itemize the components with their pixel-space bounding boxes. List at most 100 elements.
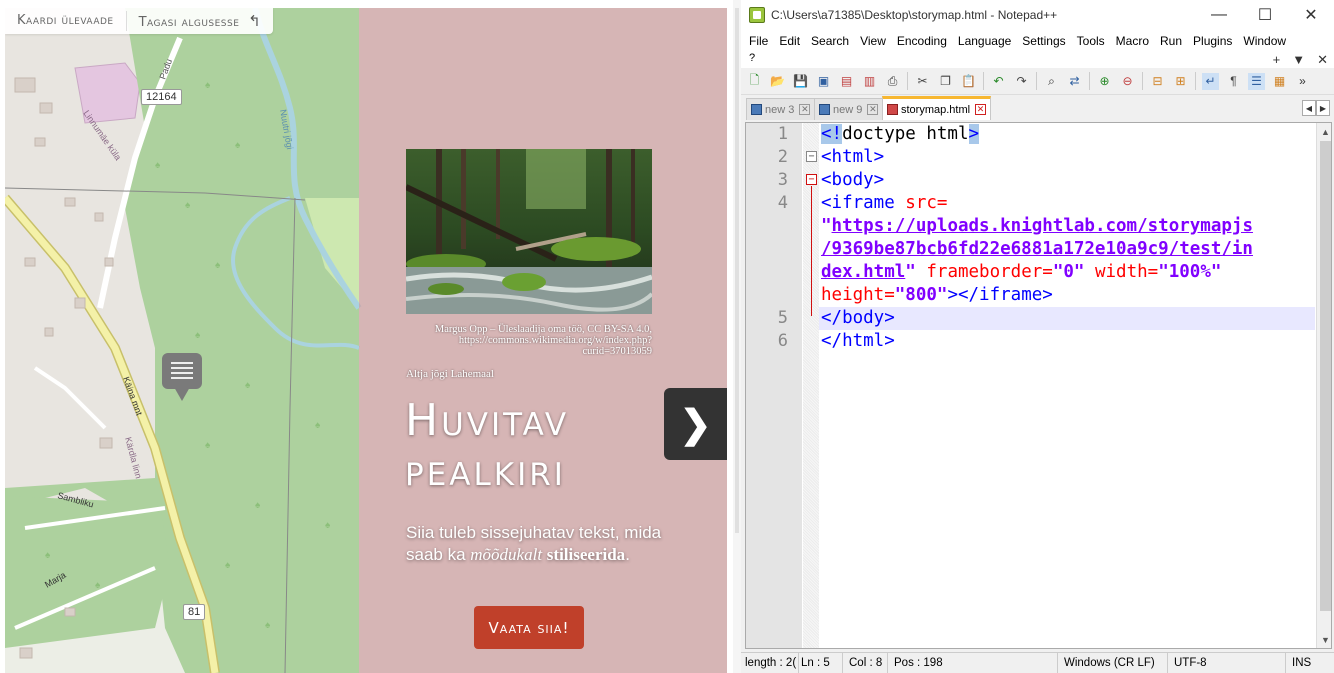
print-icon[interactable]: ⎙ [884, 73, 901, 90]
line-number: 3 [777, 170, 788, 190]
tab-storymap-html[interactable]: storymap.html ✕ [882, 96, 992, 120]
slide-intro-text: Siia tuleb sissejuhatav tekst, mida saab… [406, 522, 666, 566]
cut-icon[interactable]: ✂ [914, 73, 931, 90]
file-icon [819, 104, 830, 115]
code-token: > [968, 124, 980, 144]
code-token: ></iframe> [947, 285, 1053, 305]
save-icon[interactable]: 💾 [792, 73, 809, 90]
file-modified-icon [887, 104, 898, 115]
road-number-badge: 12164 [141, 89, 182, 105]
save-all-icon[interactable]: ▣ [815, 73, 832, 90]
pane-divider[interactable] [733, 0, 741, 673]
menu-plugins[interactable]: Plugins [1188, 34, 1238, 48]
window-titlebar[interactable]: C:\Users\a71385\Desktop\storymap.html - … [741, 0, 1334, 30]
svg-text:♠: ♠ [325, 520, 331, 531]
menu-view[interactable]: View [855, 34, 892, 48]
tab-close-icon[interactable]: ✕ [799, 104, 811, 115]
next-slide-button[interactable]: ❯ [664, 388, 727, 460]
scroll-up-icon[interactable]: ▲ [1317, 123, 1331, 140]
close-file-icon[interactable]: ▤ [838, 73, 855, 90]
menu-window[interactable]: Window [1238, 34, 1292, 48]
scroll-down-icon[interactable]: ▼ [1317, 631, 1331, 648]
menu-run[interactable]: Run [1155, 34, 1188, 48]
back-to-start-label: Tagasi algusesse [138, 15, 240, 30]
new-file-icon[interactable]: 🗋 [746, 73, 763, 90]
indent-guide-icon[interactable]: ☰ [1248, 72, 1265, 90]
close-all-icon[interactable]: ▥ [861, 73, 878, 90]
intro-strong: stiliseerida [546, 545, 626, 564]
zoom-in-icon[interactable]: ⊕ [1096, 73, 1113, 90]
code-token: " [905, 262, 916, 282]
code-url[interactable]: https://uploads.knightlab.com/storymapjs [832, 216, 1253, 236]
tab-label: storymap.html [901, 103, 971, 116]
menu-search[interactable]: Search [806, 34, 855, 48]
tab-new-9[interactable]: new 9 ✕ [814, 98, 884, 120]
toolbar-overflow-icon[interactable]: » [1294, 73, 1311, 90]
sync-vertical-icon[interactable]: ⊟ [1149, 73, 1166, 90]
open-file-icon[interactable]: 📂 [769, 73, 786, 90]
code-token: src= [894, 193, 948, 213]
notepad-app-icon [749, 7, 765, 23]
document-tabs: new 3 ✕ new 9 ✕ storymap.html ✕ ◀ ▶ [741, 96, 1334, 120]
fold-minus-icon[interactable]: − [806, 174, 817, 185]
toolbar-separator [1036, 72, 1037, 90]
menu-encoding[interactable]: Encoding [892, 34, 953, 48]
dropdown-triangle-icon[interactable]: ▼ [1292, 52, 1305, 68]
menu-settings[interactable]: Settings [1017, 34, 1071, 48]
menu-edit[interactable]: Edit [774, 34, 806, 48]
paste-icon[interactable]: 📋 [960, 73, 977, 90]
line-number: 6 [777, 331, 788, 351]
close-button[interactable]: ✕ [1288, 0, 1334, 30]
back-to-start-button[interactable]: Tagasi algusesse ↰ [127, 8, 274, 34]
tab-scroll-right-icon[interactable]: ▶ [1316, 100, 1330, 116]
code-url[interactable]: /9369be87bcb6fd22e6881a172e10a9c9/test/i… [821, 239, 1253, 259]
menu-help[interactable]: ? [749, 52, 755, 64]
fold-minus-icon[interactable]: − [806, 151, 817, 162]
close-document-icon[interactable]: ✕ [1317, 52, 1328, 68]
code-token: <! [821, 124, 843, 144]
tab-scroll-left-icon[interactable]: ◀ [1302, 100, 1316, 116]
new-document-plus-icon[interactable]: + [1273, 52, 1281, 68]
status-encoding[interactable]: UTF-8 [1168, 652, 1286, 673]
document-map-icon[interactable]: ▦ [1271, 73, 1288, 90]
scroll-thumb[interactable] [1320, 141, 1331, 611]
menu-language[interactable]: Language [953, 34, 1017, 48]
intro-end: . [625, 545, 630, 564]
undo-icon[interactable]: ↶ [990, 73, 1007, 90]
status-eol[interactable]: Windows (CR LF) [1058, 652, 1168, 673]
redo-icon[interactable]: ↷ [1013, 73, 1030, 90]
cta-button[interactable]: Vaata siia! [474, 606, 584, 649]
zoom-out-icon[interactable]: ⊖ [1119, 73, 1136, 90]
sync-horizontal-icon[interactable]: ⊞ [1172, 73, 1189, 90]
menu-bar: File Edit Search View Encoding Language … [741, 30, 1334, 68]
tab-new-3[interactable]: new 3 ✕ [746, 98, 816, 120]
code-url[interactable]: dex.html [821, 262, 905, 282]
svg-text:♠: ♠ [205, 440, 211, 451]
code-editor[interactable]: − − 1 <!doctype html> 2 <html> 3 <body> … [745, 122, 1332, 649]
find-icon[interactable]: ⌕ [1043, 73, 1060, 90]
map-overview-button[interactable]: Kaardi ülevaade [5, 8, 126, 34]
replace-icon[interactable]: ⇄ [1066, 73, 1083, 90]
toolbar-separator [907, 72, 908, 90]
svg-text:♠: ♠ [255, 500, 261, 511]
menu-file[interactable]: File [744, 34, 774, 48]
menu-tools[interactable]: Tools [1072, 34, 1111, 48]
map-marker[interactable] [162, 353, 202, 401]
svg-text:♠: ♠ [215, 260, 221, 271]
show-all-characters-icon[interactable]: ¶ [1225, 73, 1242, 90]
code-token: "800" [894, 285, 948, 305]
vertical-scrollbar[interactable]: ▲ ▼ [1316, 123, 1331, 648]
maximize-button[interactable]: ☐ [1242, 0, 1288, 30]
tab-close-icon[interactable]: ✕ [975, 104, 987, 115]
tab-close-icon[interactable]: ✕ [867, 104, 879, 115]
code-token: </body> [821, 308, 895, 328]
minimize-button[interactable]: — [1196, 0, 1242, 30]
status-insert-mode[interactable]: INS [1286, 653, 1326, 673]
word-wrap-icon[interactable]: ↵ [1202, 72, 1219, 90]
line-number: 4 [777, 193, 788, 213]
svg-text:♠: ♠ [195, 330, 201, 341]
menu-macro[interactable]: Macro [1111, 34, 1155, 48]
svg-text:♠: ♠ [205, 80, 211, 91]
svg-text:♠: ♠ [265, 620, 271, 631]
copy-icon[interactable]: ❐ [937, 73, 954, 90]
